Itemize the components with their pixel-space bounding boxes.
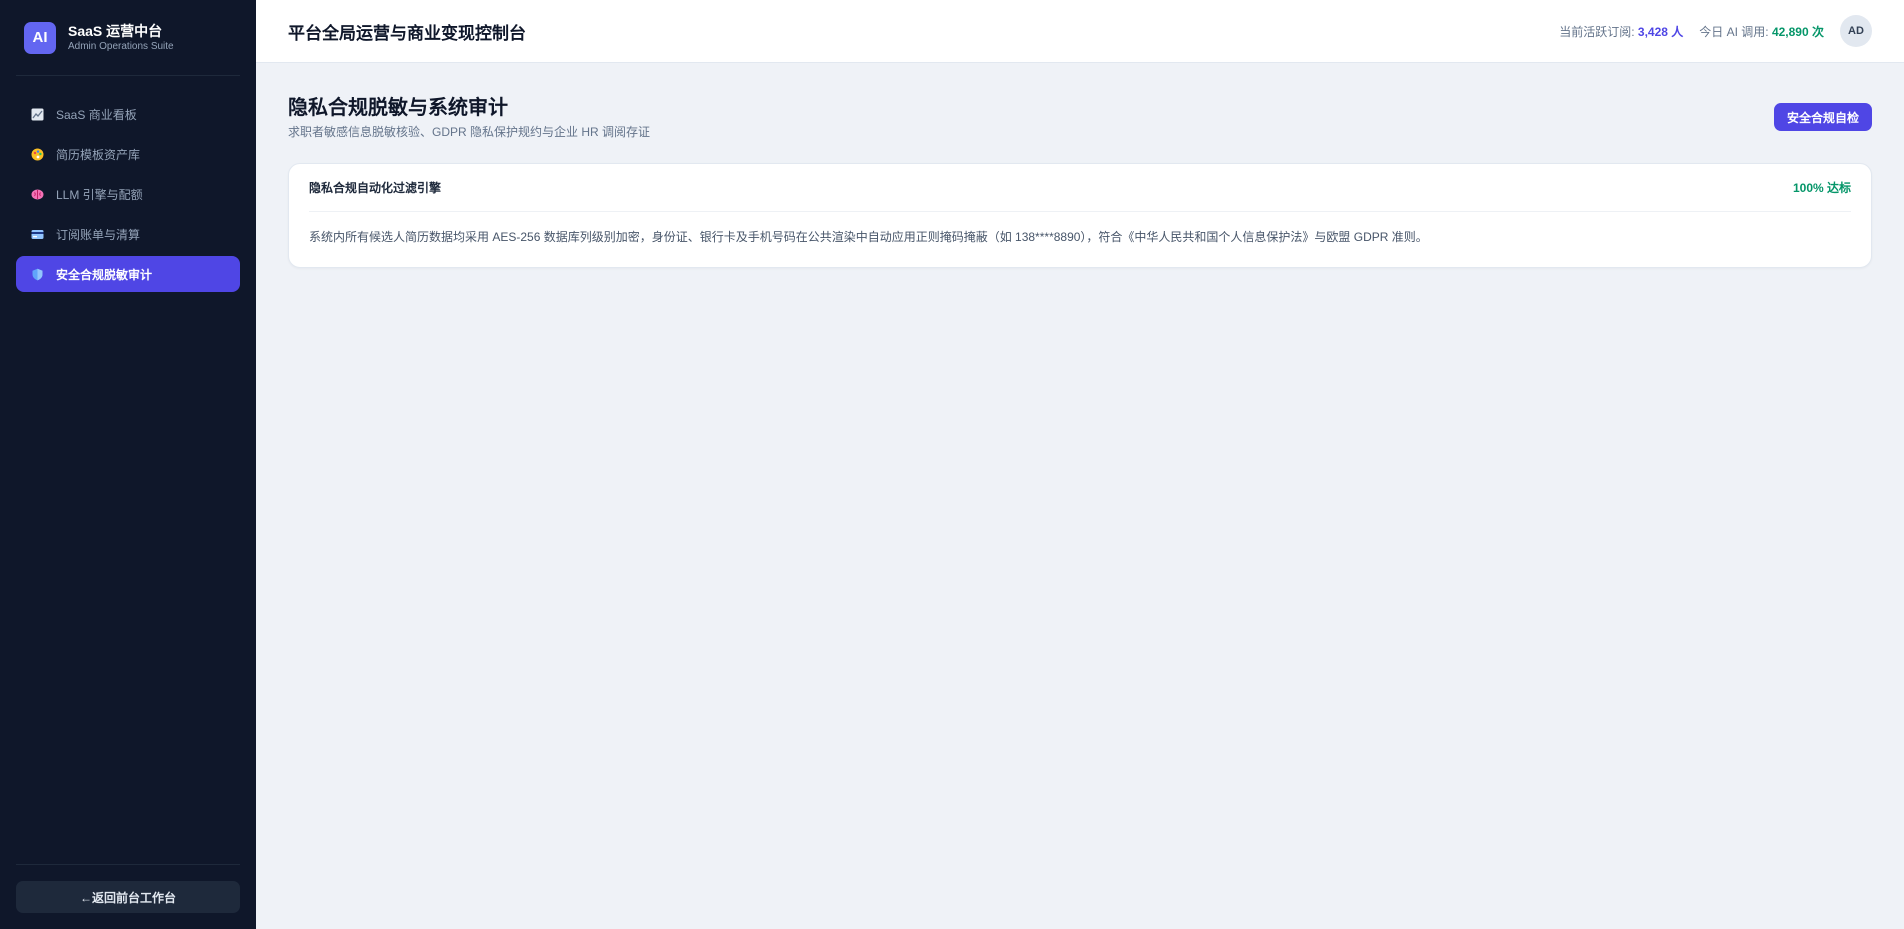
topbar-title: 平台全局运营与商业变现控制台 — [288, 23, 526, 43]
active-subscriptions-value: 3,428 人 — [1637, 24, 1684, 39]
sidebar-item-business-dashboard[interactable]: SaaS 商业看板 — [16, 96, 240, 132]
sidebar-item-billing[interactable]: 订阅账单与清算 — [16, 216, 240, 252]
sidebar-item-label: 订阅账单与清算 — [56, 227, 141, 242]
app-root: AI SaaS 运营中台 Admin Operations Suite SaaS… — [0, 0, 1904, 929]
compliance-engine-card: 隐私合规自动化过滤引擎 100% 达标 系统内所有候选人简历数据均采用 AES-… — [288, 163, 1872, 268]
page-heading: 隐私合规脱敏与系统审计 求职者敏感信息脱敏核验、GDPR 隐私保护规约与企业 H… — [288, 95, 650, 140]
shield-icon — [30, 267, 44, 281]
page-header: 隐私合规脱敏与系统审计 求职者敏感信息脱敏核验、GDPR 隐私保护规约与企业 H… — [288, 95, 1872, 140]
brand-subtitle: Admin Operations Suite — [68, 40, 174, 52]
topbar: 平台全局运营与商业变现控制台 当前活跃订阅: 3,428 人 今日 AI 调用:… — [256, 0, 1904, 63]
chart-icon — [30, 107, 44, 121]
card-header: 隐私合规自动化过滤引擎 100% 达标 — [309, 164, 1851, 212]
topbar-stats: 当前活跃订阅: 3,428 人 今日 AI 调用: 42,890 次 AD — [1559, 15, 1872, 47]
sidebar: AI SaaS 运营中台 Admin Operations Suite SaaS… — [0, 0, 256, 929]
ai-calls-label: 今日 AI 调用: — [1699, 24, 1769, 39]
sidebar-item-label: 安全合规脱敏审计 — [56, 267, 153, 282]
page-title: 隐私合规脱敏与系统审计 — [288, 97, 508, 119]
avatar[interactable]: AD — [1840, 15, 1872, 47]
page-subtitle: 求职者敏感信息脱敏核验、GDPR 隐私保护规约与企业 HR 调阅存证 — [288, 125, 651, 139]
brand-text: SaaS 运营中台 Admin Operations Suite — [68, 22, 174, 54]
brand: AI SaaS 运营中台 Admin Operations Suite — [16, 0, 240, 76]
ai-calls-value: 42,890 次 — [1771, 24, 1824, 39]
sidebar-item-label: SaaS 商业看板 — [56, 107, 137, 122]
content: 隐私合规脱敏与系统审计 求职者敏感信息脱敏核验、GDPR 隐私保护规约与企业 H… — [256, 63, 1904, 300]
sidebar-item-label: LLM 引擎与配额 — [56, 187, 143, 202]
main-area: 平台全局运营与商业变现控制台 当前活跃订阅: 3,428 人 今日 AI 调用:… — [256, 0, 1904, 929]
brand-title: SaaS 运营中台 — [68, 22, 163, 39]
back-to-workspace-button[interactable]: ←返回前台工作台 — [16, 881, 240, 913]
sidebar-item-resume-templates[interactable]: 简历模板资产库 — [16, 136, 240, 172]
sidebar-footer: ←返回前台工作台 — [16, 864, 240, 929]
credit-card-icon — [30, 227, 44, 241]
palette-icon — [30, 147, 44, 161]
compliance-self-check-button[interactable]: 安全合规自检 — [1773, 103, 1872, 131]
sidebar-nav: SaaS 商业看板 简历模板资产库 LLM 引擎与配额 订阅账单与清算 安全合规… — [16, 96, 240, 292]
card-body: 系统内所有候选人简历数据均采用 AES-256 数据库列级别加密，身份证、银行卡… — [309, 230, 1428, 244]
sidebar-item-security-audit[interactable]: 安全合规脱敏审计 — [16, 256, 240, 292]
card-title: 隐私合规自动化过滤引擎 — [309, 181, 442, 195]
active-subscriptions-stat: 当前活跃订阅: 3,428 人 — [1559, 23, 1683, 40]
ai-calls-stat: 今日 AI 调用: 42,890 次 — [1699, 23, 1824, 40]
status-badge: 100% 达标 — [1792, 181, 1851, 195]
sidebar-item-llm-quota[interactable]: LLM 引擎与配额 — [16, 176, 240, 212]
brand-logo: AI — [24, 21, 56, 54]
sidebar-item-label: 简历模板资产库 — [56, 147, 141, 162]
active-subscriptions-label: 当前活跃订阅: — [1559, 24, 1635, 39]
brain-icon — [30, 187, 44, 201]
